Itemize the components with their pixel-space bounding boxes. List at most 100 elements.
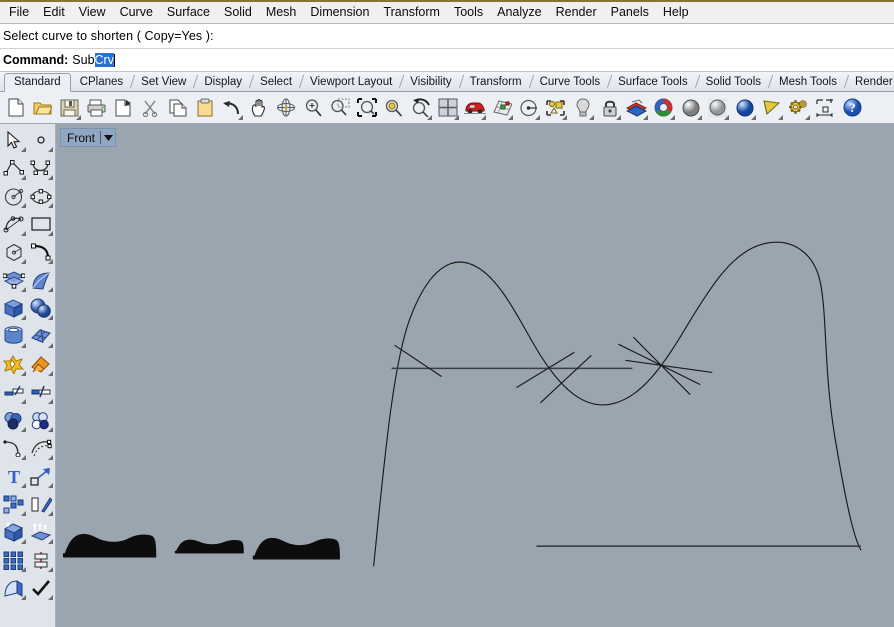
rotate-view-icon[interactable] — [273, 95, 298, 121]
explode-icon[interactable] — [0, 350, 27, 378]
options-gears-icon[interactable] — [786, 95, 811, 121]
tab-standard[interactable]: Standard — [4, 73, 71, 92]
paste-icon[interactable] — [192, 95, 217, 121]
arc-icon[interactable] — [0, 210, 27, 238]
menu-item-tools[interactable]: Tools — [447, 3, 490, 22]
osnap-circle-icon[interactable] — [516, 95, 541, 121]
grid-snap-icon[interactable] — [489, 95, 514, 121]
chevron-down-icon[interactable] — [101, 129, 115, 146]
new-file-icon[interactable] — [3, 95, 28, 121]
menu-item-curve[interactable]: Curve — [113, 3, 160, 22]
zoom-selected-icon[interactable] — [381, 95, 406, 121]
boolean-split-icon[interactable] — [27, 350, 54, 378]
cylinder-solid-icon[interactable] — [0, 322, 27, 350]
tab-transform[interactable]: Transform — [461, 73, 531, 91]
sphere-solid-icon[interactable] — [27, 294, 54, 322]
tab-render-tools[interactable]: Render Tools — [846, 73, 894, 91]
trim-icon[interactable] — [0, 378, 27, 406]
open-folder-icon[interactable] — [30, 95, 55, 121]
menu-item-surface[interactable]: Surface — [160, 3, 217, 22]
properties-icon[interactable] — [111, 95, 136, 121]
construction-line-3[interactable] — [540, 354, 592, 404]
zoom-in-icon[interactable] — [300, 95, 325, 121]
command-prompt-bar[interactable]: Command: Sub Crv — [0, 49, 894, 72]
shaded-sphere-icon[interactable] — [678, 95, 703, 121]
help-icon[interactable]: ? — [840, 95, 865, 121]
main-nurbs-curve[interactable] — [373, 241, 862, 567]
construction-line-2[interactable] — [516, 351, 575, 389]
check-icon[interactable] — [27, 574, 54, 602]
control-point-curve-icon[interactable] — [27, 154, 54, 182]
pan-hand-icon[interactable] — [246, 95, 271, 121]
zoom-window-icon[interactable] — [327, 95, 352, 121]
menu-item-transform[interactable]: Transform — [376, 3, 447, 22]
tab-cplanes[interactable]: CPlanes — [71, 73, 132, 91]
geometry-thumbnail-1[interactable] — [62, 533, 157, 558]
surface-from-curves-icon[interactable] — [0, 266, 27, 294]
menu-item-file[interactable]: File — [2, 3, 36, 22]
menu-item-mesh[interactable]: Mesh — [259, 3, 304, 22]
dimension-icon[interactable] — [813, 95, 838, 121]
tab-curve-tools[interactable]: Curve Tools — [531, 73, 610, 91]
curve-handle-icon[interactable] — [27, 238, 54, 266]
zoom-previous-icon[interactable] — [408, 95, 433, 121]
fillet-curve-icon[interactable] — [0, 434, 27, 462]
menu-item-edit[interactable]: Edit — [36, 3, 72, 22]
construction-line-4[interactable] — [618, 343, 701, 386]
scale-icon[interactable] — [27, 462, 54, 490]
rendered-sphere-icon[interactable] — [732, 95, 757, 121]
select-arrow-icon[interactable] — [0, 126, 27, 154]
construction-line-5[interactable] — [625, 359, 713, 374]
surface-sweep-icon[interactable] — [27, 266, 54, 294]
tab-visibility[interactable]: Visibility — [401, 73, 460, 91]
menu-item-solid[interactable]: Solid — [217, 3, 259, 22]
point-icon[interactable] — [27, 126, 54, 154]
split-icon[interactable] — [27, 378, 54, 406]
cut-scissors-icon[interactable] — [138, 95, 163, 121]
polygon-icon[interactable] — [0, 238, 27, 266]
construction-line-1[interactable] — [394, 344, 442, 377]
extrude-solid-icon[interactable] — [0, 518, 27, 546]
extrude-surface-icon[interactable] — [27, 518, 54, 546]
front-viewport[interactable]: Front — [56, 124, 894, 627]
ellipse-icon[interactable] — [27, 182, 54, 210]
copy-icon[interactable] — [165, 95, 190, 121]
geometry-thumbnail-3[interactable] — [252, 537, 340, 560]
print-icon[interactable] — [84, 95, 109, 121]
light-bulb-icon[interactable] — [570, 95, 595, 121]
flat-shade-icon[interactable] — [759, 95, 784, 121]
geometry-thumbnail-2[interactable] — [174, 539, 244, 554]
undo-icon[interactable] — [219, 95, 244, 121]
tab-solid-tools[interactable]: Solid Tools — [697, 73, 770, 91]
save-icon[interactable] — [57, 95, 82, 121]
tab-mesh-tools[interactable]: Mesh Tools — [770, 73, 846, 91]
text-icon[interactable]: T — [0, 462, 27, 490]
mesh-plane-icon[interactable] — [27, 322, 54, 350]
align-icon[interactable] — [27, 546, 54, 574]
menu-item-analyze[interactable]: Analyze — [490, 3, 548, 22]
polyline-icon[interactable] — [0, 154, 27, 182]
grid-array-icon[interactable] — [0, 546, 27, 574]
ghosted-sphere-icon[interactable] — [705, 95, 730, 121]
tab-viewport-layout[interactable]: Viewport Layout — [301, 73, 401, 91]
rectangle-icon[interactable] — [27, 210, 54, 238]
tab-select[interactable]: Select — [251, 73, 301, 91]
color-wheel-icon[interactable] — [651, 95, 676, 121]
box-solid-icon[interactable] — [0, 294, 27, 322]
menu-item-help[interactable]: Help — [656, 3, 696, 22]
mirror-icon[interactable] — [27, 490, 54, 518]
viewport-title-tab[interactable]: Front — [60, 128, 117, 147]
layers-icon[interactable] — [624, 95, 649, 121]
offset-curve-icon[interactable] — [27, 434, 54, 462]
circle-icon[interactable] — [0, 182, 27, 210]
zoom-extents-icon[interactable] — [354, 95, 379, 121]
boolean-union-icon[interactable] — [0, 406, 27, 434]
tab-display[interactable]: Display — [195, 73, 251, 91]
menu-item-dimension[interactable]: Dimension — [303, 3, 376, 22]
construction-line-6[interactable] — [632, 336, 691, 396]
viewport-geometry-canvas[interactable] — [56, 124, 894, 627]
bend-icon[interactable] — [0, 574, 27, 602]
menu-item-render[interactable]: Render — [549, 3, 604, 22]
boolean-difference-icon[interactable] — [27, 406, 54, 434]
tab-surface-tools[interactable]: Surface Tools — [609, 73, 696, 91]
